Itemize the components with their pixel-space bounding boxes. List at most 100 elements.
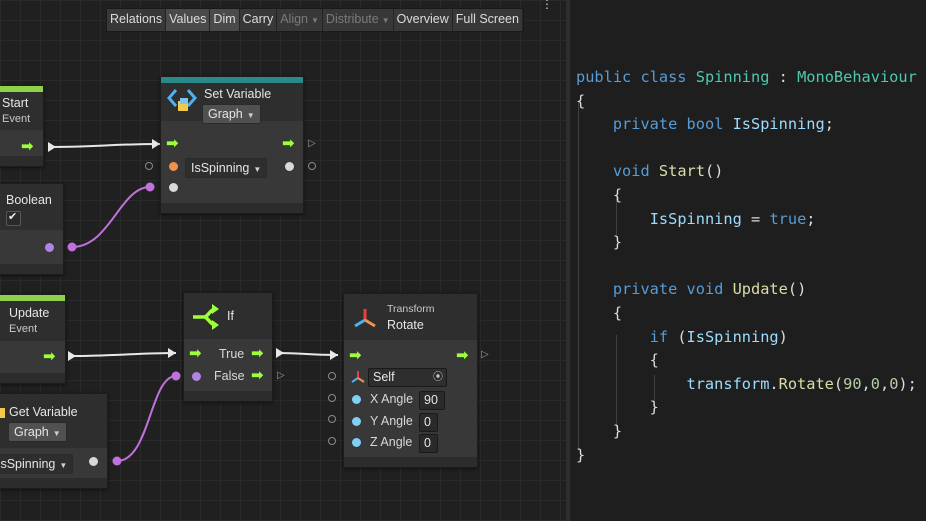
code-line: private bool IsSpinning; (612, 115, 834, 134)
rotate-flow-out-triangle-icon[interactable]: ▷ (481, 350, 489, 360)
boolean-title: Boolean (6, 193, 52, 207)
if-false-flow-out-triangle-icon[interactable]: ▷ (277, 371, 285, 381)
toolbar-button-label: Distribute (325, 12, 379, 26)
code-line: } (576, 233, 623, 252)
chevron-down-icon: ▼ (311, 16, 319, 25)
set-variable-node[interactable]: Set Variable Graph ▼ ➡ ➡ IsSpinning ▼ (160, 76, 304, 214)
toolbar-button-full-screen[interactable]: Full Screen (453, 9, 523, 31)
code-line: public class Spinning : MonoBehaviour (576, 68, 917, 86)
set-variable-icon (167, 89, 197, 111)
z-angle-input-port[interactable] (352, 438, 361, 447)
x-angle-input-port[interactable] (352, 395, 361, 404)
flow-output-arrow-icon[interactable]: ➡ (456, 348, 469, 363)
x-angle-label: X Angle (370, 392, 414, 406)
boolean-output-port[interactable] (45, 243, 54, 252)
checkmark-icon: ✔ (8, 210, 18, 223)
get-variable-title: Get Variable (9, 405, 78, 419)
code-line: } (576, 422, 623, 440)
z-angle-left-port[interactable] (328, 437, 336, 445)
toolbar-button-carry[interactable]: Carry (240, 9, 278, 31)
set-variable-flow-out-triangle-icon[interactable]: ▷ (308, 139, 316, 149)
toolbar-button-dim[interactable]: Dim (210, 9, 240, 31)
graph-toolbar: Relations Values Dim Carry Align ▼ Distribute ▼… (106, 8, 524, 32)
toolbar-button-label: Dim (213, 12, 236, 26)
flow-input-arrow-icon[interactable]: ➡ (189, 346, 202, 361)
if-true-label: True (219, 347, 245, 361)
x-angle-left-port[interactable] (328, 394, 336, 402)
target-left-port[interactable] (328, 372, 336, 380)
flow-edge-if-to-rotate (277, 352, 339, 356)
chevron-down-icon: ▼ (381, 16, 390, 25)
more-options-icon[interactable]: ⋮ (541, 0, 553, 11)
toolbar-button-label: Values (169, 12, 207, 26)
toolbar-button-label: Overview (396, 12, 449, 26)
if-node[interactable]: If ➡ True ➡ False ➡ (183, 292, 273, 402)
value-output-port[interactable] (89, 457, 98, 466)
toolbar-button-overview[interactable]: Overview (394, 9, 453, 31)
flow-edge-update-to-if (69, 352, 177, 357)
boolean-literal-node[interactable]: Boolean ✔ (0, 183, 64, 275)
chevron-down-icon: ▼ (246, 111, 255, 120)
code-line: } (576, 445, 586, 464)
value-output-port[interactable] (285, 162, 294, 171)
set-variable-title: Set Variable (204, 87, 272, 101)
y-angle-input-port[interactable] (352, 416, 361, 426)
code-line: { (576, 186, 623, 204)
variable-name-port[interactable] (169, 162, 178, 171)
value-input-port[interactable] (169, 183, 178, 192)
code-editor[interactable]: public class Spinning : MonoBehaviour { p… (570, 0, 926, 521)
get-variable-node[interactable]: Get Variable Graph ▼ IsSpinning ▼ (0, 393, 108, 489)
get-variable-icon (0, 408, 5, 418)
code-line: } (576, 398, 659, 417)
boolean-checkbox[interactable]: ✔ (6, 210, 21, 226)
y-angle-field[interactable]: 0 (419, 412, 438, 432)
toolbar-button-label: Relations (110, 12, 163, 26)
update-event-node[interactable]: Update Event ➡ (0, 294, 66, 384)
set-variable-name-dropdown[interactable]: IsSpinning ▼ (185, 158, 268, 178)
flow-input-arrow-icon[interactable]: ➡ (166, 136, 179, 151)
chevron-down-icon: ▼ (59, 461, 68, 470)
z-angle-label: Z Angle (370, 435, 413, 449)
false-output-arrow-icon[interactable]: ➡ (251, 368, 264, 383)
if-false-label: False (214, 369, 245, 383)
chevron-down-icon: ▼ (253, 165, 262, 174)
toolbar-button-distribute[interactable]: Distribute ▼ (323, 9, 394, 31)
update-event-subtitle: Event (9, 323, 38, 335)
toolbar-button-values[interactable]: Values (166, 9, 211, 31)
get-variable-kind-dropdown[interactable]: Graph ▼ (8, 422, 67, 442)
flow-output-arrow-icon[interactable]: ➡ (21, 139, 34, 154)
toolbar-button-align[interactable]: Align ▼ (277, 9, 323, 31)
flow-output-arrow-icon[interactable]: ➡ (282, 136, 295, 151)
target-transform-icon (351, 371, 365, 383)
code-line: { (576, 91, 586, 110)
rotate-icon (354, 309, 376, 328)
flow-input-arrow-icon[interactable]: ➡ (349, 348, 362, 363)
chevron-down-icon: ▼ (52, 429, 61, 438)
start-event-subtitle: Event (2, 113, 31, 125)
condition-input-port[interactable] (192, 372, 201, 381)
bool-edge-get-to-if (116, 375, 177, 462)
object-picker-icon[interactable]: ⦿ (433, 369, 443, 386)
set-variable-left-port[interactable] (145, 162, 153, 170)
toolbar-button-label: Carry (242, 12, 274, 26)
visual-scripting-graph[interactable]: Relations Values Dim Carry Align ▼ Distribute ▼… (0, 0, 568, 521)
start-event-node[interactable]: Start Event ➡ (0, 85, 44, 167)
code-line: transform.Rotate(90,0,0); (686, 374, 917, 393)
true-output-arrow-icon[interactable]: ➡ (251, 346, 264, 361)
set-variable-kind-dropdown[interactable]: Graph ▼ (202, 104, 261, 124)
flow-output-arrow-icon[interactable]: ➡ (43, 349, 56, 364)
code-line: IsSpinning = true; (649, 209, 816, 228)
x-angle-field[interactable]: 90 (419, 391, 445, 410)
rotate-title: Rotate (387, 318, 424, 332)
rotate-target-field[interactable]: Self ⦿ (368, 368, 447, 387)
flow-edge-start-to-set (49, 143, 161, 148)
toolbar-button-relations[interactable]: Relations (107, 9, 167, 31)
z-angle-field[interactable]: 0 (419, 434, 438, 453)
y-angle-left-port[interactable] (328, 415, 336, 423)
set-variable-right-port[interactable] (308, 162, 316, 170)
toolbar-button-label: Align (280, 12, 308, 26)
transform-rotate-node[interactable]: Transform Rotate ➡ ➡ Self ⦿ X Angle 90 Y An… (343, 293, 478, 468)
get-variable-name-dropdown[interactable]: IsSpinning ▼ (0, 454, 74, 474)
branch-icon (193, 304, 219, 330)
code-line: void Start() (612, 162, 724, 181)
